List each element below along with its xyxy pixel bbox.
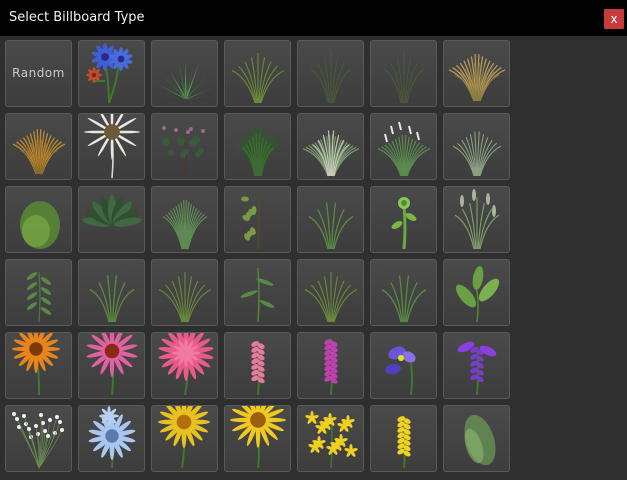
billboard-tile[interactable] — [443, 332, 510, 399]
billboard-tile[interactable] — [297, 113, 364, 180]
blue-cornflower-icon — [86, 43, 133, 104]
random-tile[interactable]: Random — [5, 40, 72, 107]
billboard-tile[interactable] — [443, 186, 510, 253]
sparse-grass-icon — [231, 53, 285, 104]
billboard-tile[interactable] — [151, 113, 218, 180]
yellow-daisy-icon — [158, 406, 210, 469]
yellow-flower-cluster-icon — [305, 411, 358, 469]
title-bar[interactable]: Select Billboard Type x — [0, 0, 627, 36]
tan-plume-grass-icon — [448, 54, 506, 102]
billboard-tile[interactable] — [78, 332, 145, 399]
agave-icon — [155, 56, 215, 99]
billboard-tile[interactable] — [151, 332, 218, 399]
billboard-tile[interactable] — [370, 40, 437, 107]
blurred-shrub-icon — [20, 201, 60, 249]
billboard-tile[interactable] — [224, 332, 291, 399]
billboard-tile[interactable] — [78, 40, 145, 107]
billboard-tile[interactable] — [224, 259, 291, 326]
zinnia-icon — [158, 333, 214, 396]
billboard-tile[interactable] — [370, 186, 437, 253]
billboard-tile[interactable] — [297, 332, 364, 399]
fern-icon — [82, 195, 142, 227]
thin-grass-icon — [383, 51, 425, 104]
billboard-tile[interactable] — [443, 113, 510, 180]
billboard-tile[interactable] — [297, 40, 364, 107]
billboard-tile[interactable] — [443, 259, 510, 326]
billboard-tile[interactable] — [151, 40, 218, 107]
orange-grass-tuft-icon — [12, 129, 66, 175]
weed-icon — [89, 275, 135, 323]
billboard-tile[interactable] — [224, 405, 291, 472]
billboard-tile[interactable] — [78, 259, 145, 326]
grain-grass-icon — [454, 189, 500, 250]
tall-grass-icon — [162, 200, 208, 250]
iris-icon — [385, 346, 416, 396]
sapling-icon — [241, 196, 260, 250]
sparse-grass-icon — [158, 272, 212, 323]
billboard-tile[interactable] — [297, 405, 364, 472]
billboard-tile[interactable] — [5, 259, 72, 326]
billboard-tile[interactable] — [5, 113, 72, 180]
pale-grass-icon — [452, 131, 502, 177]
billboard-tile[interactable] — [78, 405, 145, 472]
dark-grass-bush-icon — [235, 127, 281, 177]
billboard-tile[interactable] — [5, 332, 72, 399]
weed-icon — [381, 275, 427, 323]
blurred-grass-icon — [464, 414, 496, 466]
purple-salvia-icon — [457, 341, 497, 396]
billboard-tile[interactable] — [443, 40, 510, 107]
billboard-tile[interactable] — [297, 259, 364, 326]
chicory-icon — [88, 406, 136, 469]
billboard-tile[interactable] — [224, 186, 291, 253]
weed-icon — [308, 202, 354, 250]
babys-breath-icon — [12, 412, 64, 469]
billboard-tile[interactable] — [78, 113, 145, 180]
tall-weed-icon — [240, 267, 275, 323]
billboard-tile[interactable] — [370, 405, 437, 472]
sparse-grass-icon — [304, 272, 358, 323]
billboard-tile[interactable] — [78, 186, 145, 253]
billboard-tile[interactable] — [151, 259, 218, 326]
random-label: Random — [12, 66, 65, 80]
yellow-spike-flower-icon — [397, 415, 411, 469]
snapdragon-icon — [251, 340, 265, 396]
billboard-tile[interactable] — [151, 405, 218, 472]
billboard-tile[interactable] — [297, 186, 364, 253]
leafy-weed-icon — [26, 271, 52, 323]
white-tipped-grass-icon — [377, 121, 431, 177]
billboard-type-dialog: Select Billboard Type x Random — [0, 0, 627, 480]
billboard-tile[interactable] — [370, 332, 437, 399]
dialog-title: Select Billboard Type — [9, 10, 145, 25]
close-button[interactable]: x — [604, 9, 624, 29]
fiddlehead-icon — [391, 197, 417, 250]
billboard-tile[interactable] — [5, 186, 72, 253]
billboard-tile[interactable] — [5, 405, 72, 472]
billboard-tile[interactable] — [151, 186, 218, 253]
orange-daisy-icon — [12, 333, 60, 396]
billboard-tile[interactable] — [370, 259, 437, 326]
billboard-tile[interactable] — [224, 40, 291, 107]
coneflower-icon — [86, 333, 138, 396]
purple-spike-flower-icon — [324, 338, 338, 396]
yellow-daisy-icon — [230, 406, 286, 469]
white-star-flower-icon — [84, 114, 140, 179]
billboard-tile[interactable] — [370, 113, 437, 180]
broad-leaf-plant-icon — [455, 266, 500, 323]
billboard-tile[interactable] — [443, 405, 510, 472]
thin-grass-icon — [310, 51, 352, 104]
billboard-tile[interactable] — [224, 113, 291, 180]
billboard-grid: Random — [5, 40, 510, 472]
flowering-shrub-icon — [162, 126, 205, 177]
fountain-grass-icon — [302, 130, 360, 177]
